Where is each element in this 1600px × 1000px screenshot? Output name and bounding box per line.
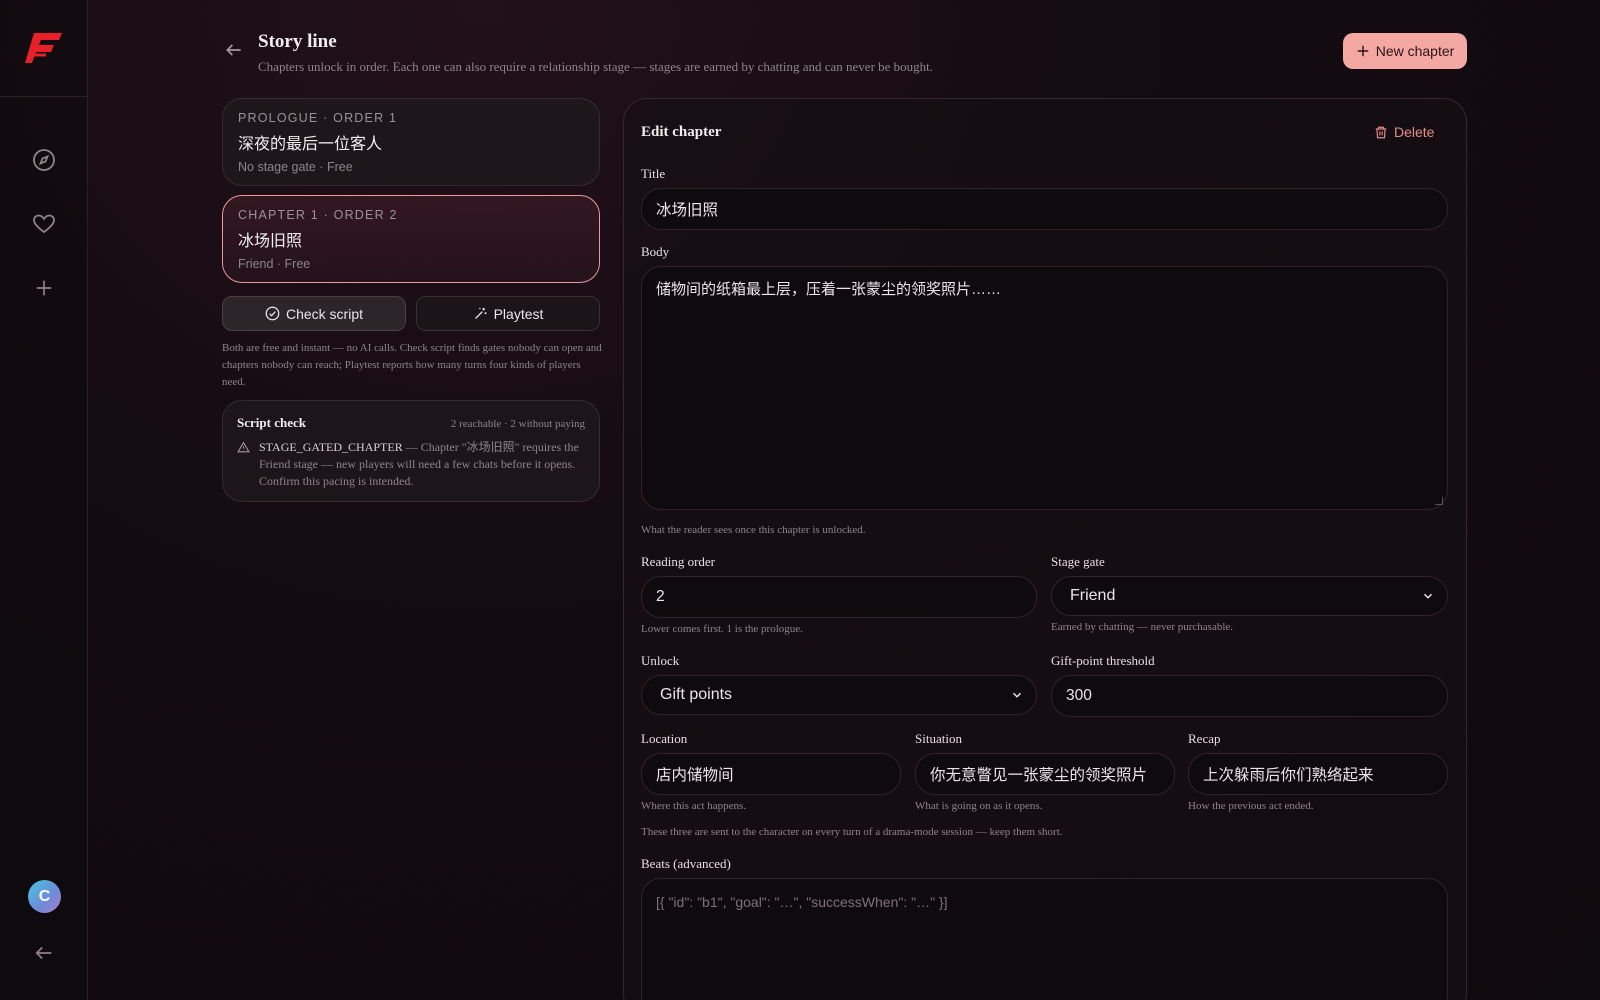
recap-label: Recap [1188, 731, 1221, 746]
plus-icon[interactable] [24, 268, 64, 308]
location-hint: Where this act happens. [641, 800, 747, 812]
delete-button[interactable]: Delete [1374, 124, 1434, 140]
chapter-meta: CHAPTER 1 · ORDER 2 [238, 208, 398, 222]
situation-label: Situation [915, 731, 962, 746]
stage-gate-hint: Earned by chatting — never purchasable. [1051, 621, 1234, 633]
situation-input[interactable]: 你无意瞥见一张蒙尘的领奖照片 [915, 753, 1175, 795]
avatar[interactable]: C [28, 880, 61, 913]
edit-chapter-heading: Edit chapter [641, 124, 722, 140]
chapter-meta: PROLOGUE · ORDER 1 [238, 111, 398, 125]
chapter-card-active[interactable]: CHAPTER 1 · ORDER 2 冰场旧照 Friend · Free [222, 195, 600, 283]
chapter-card[interactable]: PROLOGUE · ORDER 1 深夜的最后一位客人 No stage ga… [222, 98, 600, 186]
script-issue-message: STAGE_GATED_CHAPTER — Chapter "冰场旧照" req… [259, 439, 585, 490]
recap-hint: How the previous act ended. [1188, 800, 1314, 812]
unlock-label: Unlock [641, 653, 680, 668]
body-text: 储物间的纸箱最上层，压着一张蒙尘的领奖照片…… [656, 281, 1002, 298]
chevron-down-icon [1012, 692, 1022, 698]
edit-chapter-panel [623, 98, 1467, 1000]
new-chapter-label: New chapter [1375, 43, 1455, 59]
check-script-label: Check script [285, 305, 364, 322]
stage-gate-label: Stage gate [1051, 554, 1105, 569]
magic-wand-icon [474, 307, 487, 319]
unlock-value: Gift points [660, 686, 733, 703]
compass-icon[interactable] [24, 140, 64, 180]
unlock-select[interactable]: Gift points [641, 675, 1037, 715]
gift-threshold-label: Gift-point threshold [1051, 653, 1155, 668]
arrow-left-icon[interactable] [24, 933, 64, 973]
location-label: Location [641, 731, 688, 746]
warning-icon [237, 441, 251, 490]
back-button[interactable] [222, 38, 246, 62]
location-input[interactable]: 店内储物间 [641, 753, 901, 795]
playtest-button[interactable]: Playtest [416, 296, 600, 331]
stage-gate-value: Friend [1070, 587, 1116, 604]
logo-area [0, 0, 87, 97]
trash-icon [1375, 126, 1387, 138]
check-circle-icon [265, 306, 280, 321]
chapter-title: 深夜的最后一位客人 [238, 136, 383, 153]
issue-code: STAGE_GATED_CHAPTER [259, 440, 403, 454]
chapter-subtitle: No stage gate · Free [238, 160, 353, 174]
gift-threshold-input[interactable]: 300 [1051, 675, 1448, 717]
stage-gate-select[interactable]: Friend [1051, 576, 1448, 616]
script-check-title: Script check [237, 415, 306, 430]
playtest-label: Playtest [493, 305, 544, 322]
reading-order-hint: Lower comes first. 1 is the prologue. [641, 623, 803, 635]
chapter-subtitle: Friend · Free [238, 257, 311, 271]
body-textarea[interactable]: 储物间的纸箱最上层，压着一张蒙尘的领奖照片…… [641, 266, 1448, 510]
check-script-button[interactable]: Check script [222, 296, 406, 331]
resize-handle[interactable] [1435, 497, 1443, 505]
beats-label: Beats (advanced) [641, 856, 731, 871]
app-logo[interactable] [24, 31, 64, 65]
beats-textarea[interactable]: [{ "id": "b1", "goal": "…", "successWhen… [641, 878, 1448, 1000]
delete-label: Delete [1394, 124, 1435, 140]
tools-help-text: Both are free and instant — no AI calls.… [222, 342, 602, 388]
script-issue: STAGE_GATED_CHAPTER — Chapter "冰场旧照" req… [237, 439, 585, 490]
situation-hint: What is going on as it opens. [915, 800, 1043, 812]
title-label: Title [641, 166, 666, 181]
heart-icon[interactable] [24, 204, 64, 244]
plus-icon [1357, 45, 1368, 57]
page-title: Story line [258, 31, 337, 52]
page-subtitle: Chapters unlock in order. Each one can a… [258, 59, 934, 74]
reading-order-label: Reading order [641, 554, 716, 569]
arrow-left-icon [226, 44, 241, 56]
script-check-card: Script check 2 reachable · 2 without pay… [222, 400, 600, 502]
recap-input[interactable]: 上次躲雨后你们熟络起来 [1188, 753, 1448, 795]
sidebar: C [0, 0, 88, 1000]
reading-order-input[interactable]: 2 [641, 576, 1037, 618]
context-fields-hint: These three are sent to the character on… [641, 826, 1063, 838]
new-chapter-button[interactable]: New chapter [1343, 33, 1467, 69]
chapter-title: 冰场旧照 [238, 233, 303, 250]
title-input[interactable]: 冰场旧照 [641, 188, 1448, 230]
body-hint: What the reader sees once this chapter i… [641, 524, 866, 536]
script-check-stats: 2 reachable · 2 without paying [450, 418, 585, 430]
chevron-down-icon [1423, 593, 1433, 599]
body-label: Body [641, 244, 670, 259]
